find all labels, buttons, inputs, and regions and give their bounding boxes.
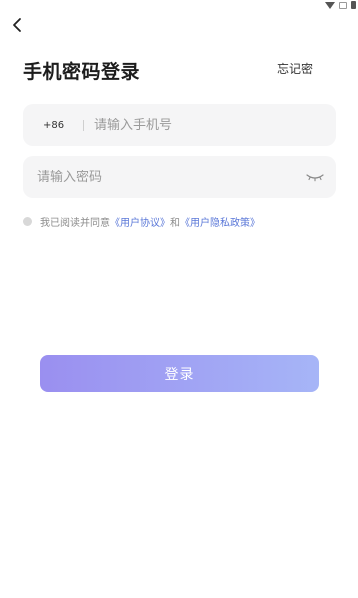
agreement-row: 我已阅读并同意 《用户协议》 和 《用户隐私政策》 <box>23 214 260 229</box>
agreement-conj: 和 <box>170 218 180 229</box>
chevron-left-icon <box>13 18 21 32</box>
battery-icon <box>351 1 356 9</box>
wifi-icon <box>325 1 335 9</box>
phone-input[interactable] <box>94 117 336 133</box>
login-button[interactable]: 登录 <box>40 355 319 392</box>
login-page: 手机密码登录 忘记密 +86 我已阅读并同意 《用户协议》 和 《用户隐私政策》… <box>0 0 358 598</box>
privacy-policy-link[interactable]: 《用户隐私政策》 <box>180 214 260 229</box>
back-button[interactable] <box>9 16 27 34</box>
password-field <box>23 156 336 198</box>
agreement-checkbox[interactable] <box>23 217 32 226</box>
agreement-text: 我已阅读并同意 <box>40 218 110 229</box>
eye-closed-icon[interactable] <box>305 171 325 183</box>
field-divider <box>83 119 84 131</box>
country-code[interactable]: +86 <box>43 120 83 131</box>
forgot-password-link[interactable]: 忘记密 <box>277 60 313 77</box>
status-bar <box>325 0 356 10</box>
user-agreement-link[interactable]: 《用户协议》 <box>110 214 170 229</box>
page-title: 手机密码登录 <box>23 61 141 83</box>
password-input[interactable] <box>37 169 305 185</box>
phone-field: +86 <box>23 104 336 146</box>
signal-icon <box>339 1 347 9</box>
